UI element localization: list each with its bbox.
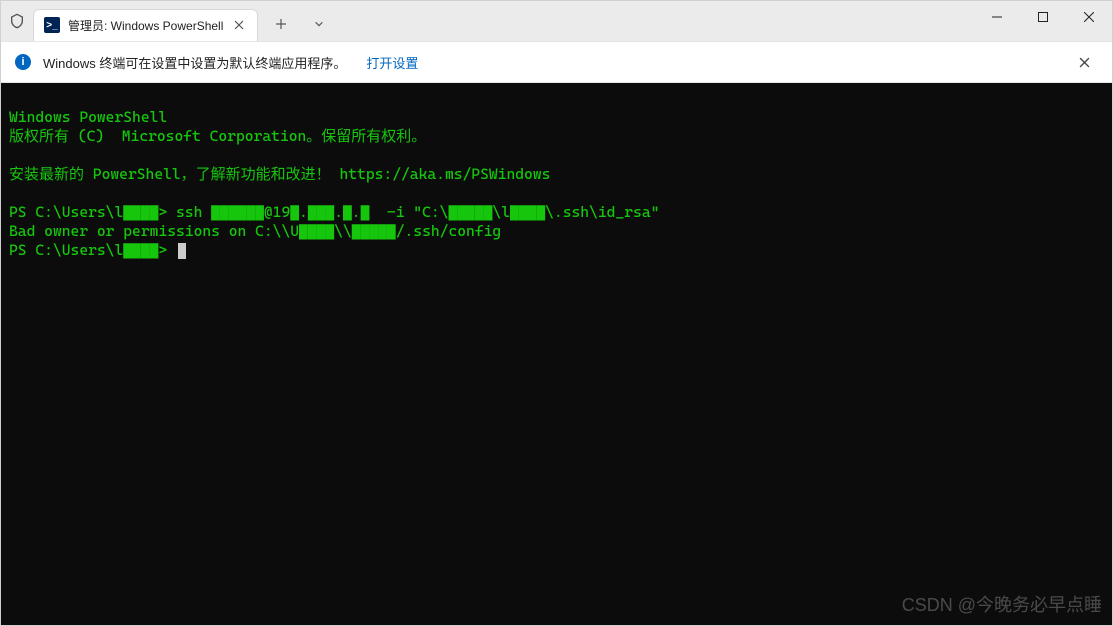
terminal-output: 版权所有 (C) Microsoft Corporation。保留所有权利。 — [9, 127, 426, 145]
window: >_ 管理员: Windows PowerShell — [0, 0, 1113, 626]
maximize-button[interactable] — [1020, 1, 1066, 33]
close-infobar-button[interactable] — [1070, 48, 1098, 76]
cursor-icon — [178, 243, 186, 259]
tab-close-button[interactable] — [231, 17, 247, 33]
terminal-pane[interactable]: Windows PowerShell 版权所有 (C) Microsoft Co… — [1, 83, 1112, 625]
tab-powershell[interactable]: >_ 管理员: Windows PowerShell — [33, 9, 258, 41]
open-settings-link[interactable]: 打开设置 — [366, 53, 418, 72]
powershell-icon: >_ — [44, 17, 60, 33]
info-bar: i Windows 终端可在设置中设置为默认终端应用程序。 打开设置 — [1, 41, 1112, 83]
minimize-button[interactable] — [974, 1, 1020, 33]
tab-title: 管理员: Windows PowerShell — [68, 17, 223, 34]
titlebar-left: >_ 管理员: Windows PowerShell — [1, 1, 334, 41]
watermark: CSDN @今晚务必早点睡 — [902, 596, 1102, 615]
tab-dropdown-button[interactable] — [304, 9, 334, 39]
terminal-prompt: PS C:\Users\l▇▇▇▇> — [9, 241, 167, 259]
new-tab-button[interactable] — [266, 9, 296, 39]
close-window-button[interactable] — [1066, 1, 1112, 33]
terminal-output: 安装最新的 PowerShell，了解新功能和改进！ https://aka.m… — [9, 165, 550, 183]
terminal-output: Windows PowerShell — [9, 108, 167, 126]
terminal-output: Bad owner or permissions on C:\\U▇▇▇▇\\▇… — [9, 222, 501, 240]
titlebar: >_ 管理员: Windows PowerShell — [1, 1, 1112, 41]
info-icon: i — [15, 54, 31, 70]
shield-icon — [9, 13, 25, 29]
terminal-prompt: PS C:\Users\l▇▇▇▇> — [9, 203, 167, 221]
window-controls — [974, 1, 1112, 41]
terminal-command: ssh ▇▇▇▇▇▇@19▇.▇▇▇.▇.▇ -i "C:\▇▇▇▇▇\l▇▇▇… — [167, 203, 659, 221]
info-message: Windows 终端可在设置中设置为默认终端应用程序。 — [43, 53, 346, 72]
